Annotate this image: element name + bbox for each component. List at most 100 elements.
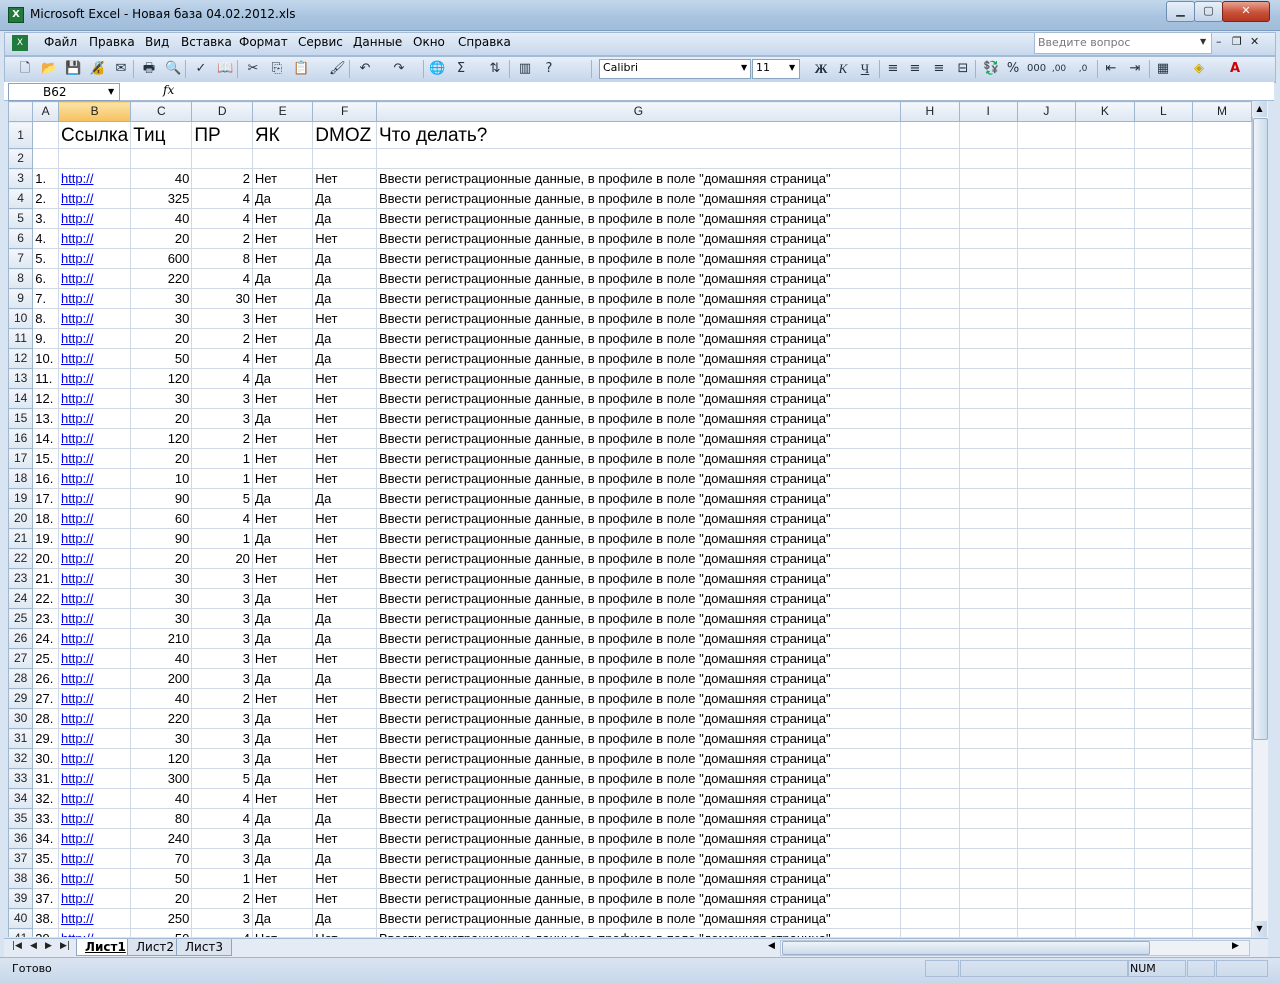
task-cell[interactable]: Ввести регистрационные данные, в профиле… (375, 828, 901, 849)
cell[interactable] (1016, 628, 1077, 649)
cell[interactable] (1075, 308, 1135, 329)
cell[interactable] (958, 728, 1018, 749)
sort-icon[interactable]: ⇅ (487, 61, 503, 77)
pr-cell[interactable]: 2 (191, 888, 253, 909)
yk-cell[interactable]: Нет (251, 388, 314, 409)
column-header[interactable]: H (899, 101, 960, 122)
cell[interactable] (1133, 408, 1194, 429)
cell[interactable] (1016, 188, 1077, 209)
cell[interactable] (1075, 448, 1135, 469)
cell[interactable] (1016, 348, 1077, 369)
cell[interactable] (1075, 428, 1135, 449)
tic-cell[interactable]: 60 (130, 508, 193, 529)
row-number-cell[interactable]: 27. (32, 688, 59, 709)
cell[interactable] (1016, 448, 1077, 469)
task-cell[interactable]: Ввести регистрационные данные, в профиле… (375, 228, 901, 249)
cell[interactable] (958, 208, 1018, 229)
cell[interactable] (32, 121, 59, 149)
link-cell[interactable]: http:// (57, 328, 132, 349)
link-cell[interactable]: http:// (57, 468, 132, 489)
pr-cell[interactable]: 30 (191, 288, 253, 309)
row-header[interactable]: 4 (8, 188, 34, 209)
font-name-select[interactable]: Calibri (599, 59, 751, 79)
pr-cell[interactable]: 2 (191, 428, 253, 449)
cell[interactable] (899, 708, 960, 729)
row-number-cell[interactable]: 39. (32, 928, 59, 937)
cell[interactable] (1133, 188, 1194, 209)
row-header[interactable]: 20 (8, 508, 34, 529)
row-header[interactable]: 41 (8, 928, 34, 937)
row-header[interactable]: 31 (8, 728, 34, 749)
cell[interactable] (1075, 208, 1135, 229)
cell[interactable] (1133, 808, 1194, 829)
task-cell[interactable]: Ввести регистрационные данные, в профиле… (375, 788, 901, 809)
yk-cell[interactable]: Да (251, 488, 314, 509)
dmoz-cell[interactable]: Нет (312, 308, 377, 329)
dmoz-cell[interactable]: Нет (312, 568, 377, 589)
row-header[interactable]: 40 (8, 908, 34, 929)
link-cell[interactable]: http:// (57, 228, 132, 249)
cell[interactable] (1075, 568, 1135, 589)
row-number-cell[interactable]: 12. (32, 388, 59, 409)
dmoz-cell[interactable]: Нет (312, 168, 377, 189)
cell[interactable] (1075, 348, 1135, 369)
row-header[interactable]: 39 (8, 888, 34, 909)
link-cell[interactable]: http:// (57, 808, 132, 829)
dmoz-cell[interactable]: Нет (312, 528, 377, 549)
pr-cell[interactable]: 3 (191, 648, 253, 669)
task-cell[interactable]: Ввести регистрационные данные, в профиле… (375, 208, 901, 229)
header-cell[interactable]: Ссылка (57, 121, 132, 149)
link-cell[interactable]: http:// (57, 368, 132, 389)
menu-file[interactable]: Файл (44, 35, 77, 49)
link-cell[interactable]: http:// (57, 768, 132, 789)
task-cell[interactable]: Ввести регистрационные данные, в профиле… (375, 608, 901, 629)
link-cell[interactable]: http:// (57, 508, 132, 529)
dmoz-cell[interactable]: Нет (312, 828, 377, 849)
cell[interactable] (958, 708, 1018, 729)
cell[interactable] (899, 748, 960, 769)
cell[interactable] (1133, 908, 1194, 929)
row-number-cell[interactable]: 4. (32, 228, 59, 249)
cell[interactable] (899, 228, 960, 249)
task-cell[interactable]: Ввести регистрационные данные, в профиле… (375, 888, 901, 909)
menu-insert[interactable]: Вставка (181, 35, 232, 49)
pr-cell[interactable]: 8 (191, 248, 253, 269)
cell[interactable] (899, 548, 960, 569)
dmoz-cell[interactable]: Да (312, 248, 377, 269)
dmoz-cell[interactable]: Да (312, 208, 377, 229)
cell[interactable] (1075, 121, 1135, 149)
link-cell[interactable]: http:// (57, 448, 132, 469)
cell[interactable] (899, 728, 960, 749)
cell[interactable] (1192, 688, 1252, 709)
cell[interactable] (1133, 628, 1194, 649)
pr-cell[interactable]: 20 (191, 548, 253, 569)
cell[interactable] (958, 448, 1018, 469)
row-header[interactable]: 19 (8, 488, 34, 509)
italic-icon[interactable]: К (835, 61, 851, 77)
row-header[interactable]: 34 (8, 788, 34, 809)
tic-cell[interactable]: 220 (130, 268, 193, 289)
cell[interactable] (1016, 928, 1077, 937)
sheet-tab-1[interactable]: Лист1 (76, 939, 135, 956)
row-number-cell[interactable]: 24. (32, 628, 59, 649)
row-number-cell[interactable]: 25. (32, 648, 59, 669)
cell[interactable] (1192, 668, 1252, 689)
cell[interactable] (899, 768, 960, 789)
task-cell[interactable]: Ввести регистрационные данные, в профиле… (375, 288, 901, 309)
cell[interactable] (1075, 608, 1135, 629)
row-header[interactable]: 28 (8, 668, 34, 689)
cell[interactable] (1075, 508, 1135, 529)
cell[interactable] (1075, 228, 1135, 249)
column-header[interactable]: M (1192, 101, 1252, 122)
save-icon[interactable]: 💾 (65, 61, 81, 77)
cell[interactable] (1016, 388, 1077, 409)
cell[interactable] (1192, 388, 1252, 409)
row-header[interactable]: 16 (8, 428, 34, 449)
increase-decimal-icon[interactable]: ,00 (1051, 61, 1067, 77)
cell[interactable] (1016, 168, 1077, 189)
currency-icon[interactable]: 💱 (983, 61, 999, 77)
pr-cell[interactable]: 3 (191, 568, 253, 589)
pr-cell[interactable]: 4 (191, 188, 253, 209)
yk-cell[interactable]: Да (251, 808, 314, 829)
cell[interactable] (1075, 848, 1135, 869)
